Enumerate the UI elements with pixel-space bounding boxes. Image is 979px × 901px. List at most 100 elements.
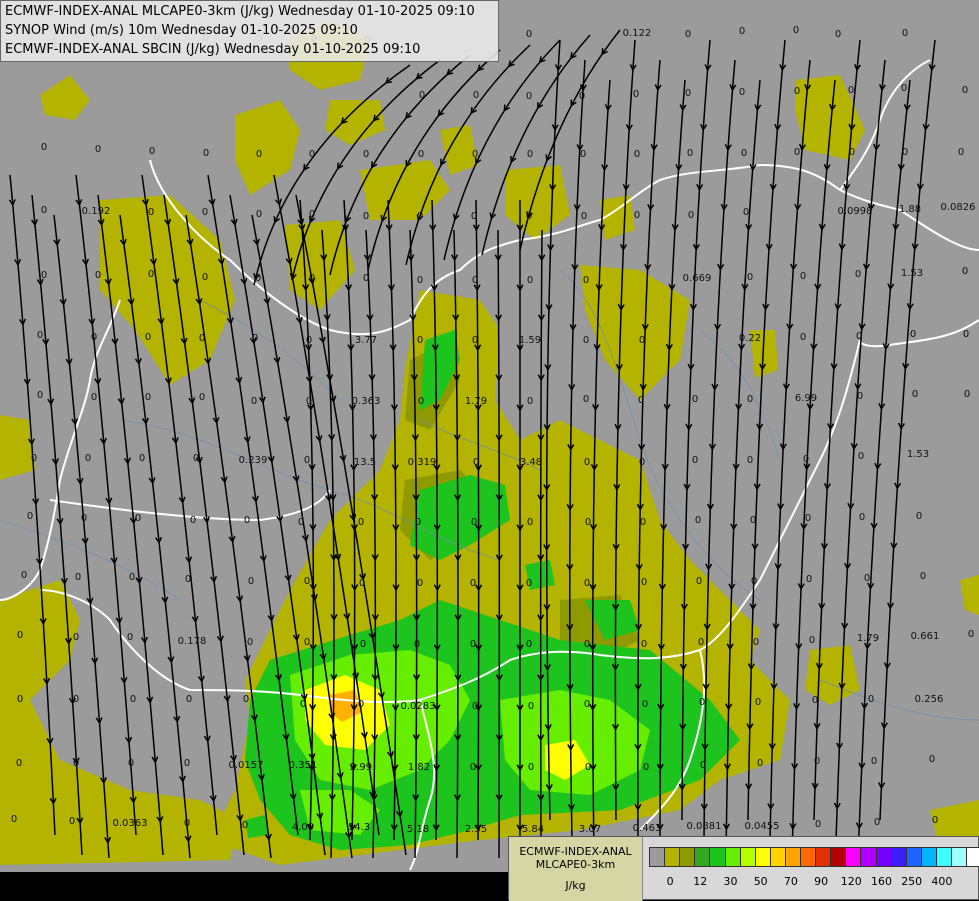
sbcin-value: 0 [747,455,753,466]
sbcin-value: 0 [585,517,591,528]
sbcin-value: 0 [526,91,532,102]
sbcin-value: 0 [75,572,81,583]
sbcin-value: 0 [300,699,306,710]
legend-tick-label: 50 [753,875,768,888]
sbcin-value: 0 [902,147,908,158]
sbcin-value: 0 [527,275,533,286]
sbcin-value: 0 [184,758,190,769]
sbcin-value: 0 [910,329,916,340]
legend-title-source: ECMWF-INDEX-ANAL [519,845,632,858]
sbcin-value: 0 [584,578,590,589]
sbcin-value: 0 [642,699,648,710]
sbcin-value: 0.669 [683,273,712,284]
cape-map-canvas: 0.122 0 0 0 0 0 0 0 0 0 0 0 0 0 0 0 0 0 0 0 0 0 0 0 0 0 0 0 0 0 0 0 0 0 0 0… [0,20,979,871]
sbcin-value: 0 [757,758,763,769]
sbcin-value: 0 [962,266,968,277]
legend-color-scale: 0 12 30 50 70 90 120 160 250 400 [643,837,979,901]
sbcin-value: 0 [128,758,134,769]
sbcin-value: 0.319 [408,457,437,468]
sbcin-value: 0 [932,815,938,826]
sbcin-value: 0 [130,694,136,705]
sbcin-value: 0 [309,273,315,284]
sbcin-value: 0.661 [911,631,940,642]
sbcin-value: 0 [912,389,918,400]
sbcin-value: 0 [692,455,698,466]
sbcin-value: 0 [583,394,589,405]
sbcin-value: 0 [526,29,532,40]
legend-tick-label: 30 [723,875,738,888]
title-line-cape: ECMWF-INDEX-ANAL MLCAPE0-3km (J/kg) Wedn… [5,4,475,19]
sbcin-value: 0 [901,83,907,94]
sbcin-value: 0 [363,149,369,160]
sbcin-value: 0.0998 [838,206,873,217]
sbcin-value: 0 [526,578,532,589]
sbcin-value: 0.351 [289,760,318,771]
sbcin-value: 0 [527,396,533,407]
sbcin-value: 0 [472,149,478,160]
sbcin-value: 0 [857,391,863,402]
sbcin-value: 1.82 [408,762,430,773]
sbcin-value: 0 [835,29,841,40]
sbcin-value: 0 [17,630,23,641]
sbcin-value: 0 [639,335,645,346]
sbcin-value: 0 [700,760,706,771]
sbcin-value: 0 [252,333,258,344]
sbcin-value: 0 [418,149,424,160]
sbcin-value: 0 [803,454,809,465]
sbcin-value: 0 [848,85,854,96]
sbcin-value: 0 [358,699,364,710]
legend-swatch [966,847,979,867]
sbcin-value: 0 [360,639,366,650]
sbcin-value: 0 [185,574,191,585]
sbcin-value: 0 [363,273,369,284]
sbcin-value: 0 [859,512,865,523]
sbcin-value: 0 [641,639,647,650]
sbcin-value: 0 [417,335,423,346]
sbcin-value: 0 [929,754,935,765]
sbcin-value: 0 [809,635,815,646]
sbcin-value: 0 [91,392,97,403]
legend-tick-label: 12 [693,875,708,888]
sbcin-value: 0 [470,578,476,589]
sbcin-value: 0 [643,762,649,773]
sbcin-value: 0 [242,820,248,831]
sbcin-value: 0 [871,756,877,767]
sbcin-value: 0 [527,517,533,528]
sbcin-value: 0 [21,570,27,581]
sbcin-value: 0 [472,701,478,712]
sbcin-value: 0 [528,701,534,712]
sbcin-value: 0 [864,573,870,584]
streamline [835,59,886,841]
sbcin-value: 0 [741,148,747,159]
sbcin-value: 0 [304,576,310,587]
sbcin-value: 0 [747,394,753,405]
sbcin-value: 0 [584,699,590,710]
sbcin-value: 0 [16,758,22,769]
sbcin-value: 0 [739,87,745,98]
sbcin-value: 0.0283 [401,701,436,712]
sbcin-value: 0 [309,209,315,220]
sbcin-value: 0 [419,90,425,101]
sbcin-value: 0 [81,513,87,524]
legend-unit: J/kg [565,879,586,892]
sbcin-value: 0 [306,335,312,346]
sbcin-value: 0 [472,275,478,286]
sbcin-value: 0 [149,146,155,157]
legend-title: ECMWF-INDEX-ANAL MLCAPE0-3km J/kg [509,837,643,901]
sbcin-value: 0 [793,25,799,36]
sbcin-value: 0.463 [633,823,662,834]
sbcin-value: 0 [750,515,756,526]
sbcin-value: 0 [417,578,423,589]
sbcin-value: 0 [129,572,135,583]
sbcin-value: 5.18 [407,824,429,835]
sbcin-value: 0 [27,511,33,522]
sbcin-value: 0 [91,332,97,343]
sbcin-value: 0 [968,629,974,640]
sbcin-value: 0 [634,210,640,221]
sbcin-value: 0 [963,329,969,340]
sbcin-value: 0 [526,639,532,650]
sbcin-value: 0 [11,814,17,825]
sbcin-value: 0 [298,517,304,528]
sbcin-value: 0 [580,149,586,160]
legend-tick-label: 400 [931,875,953,888]
